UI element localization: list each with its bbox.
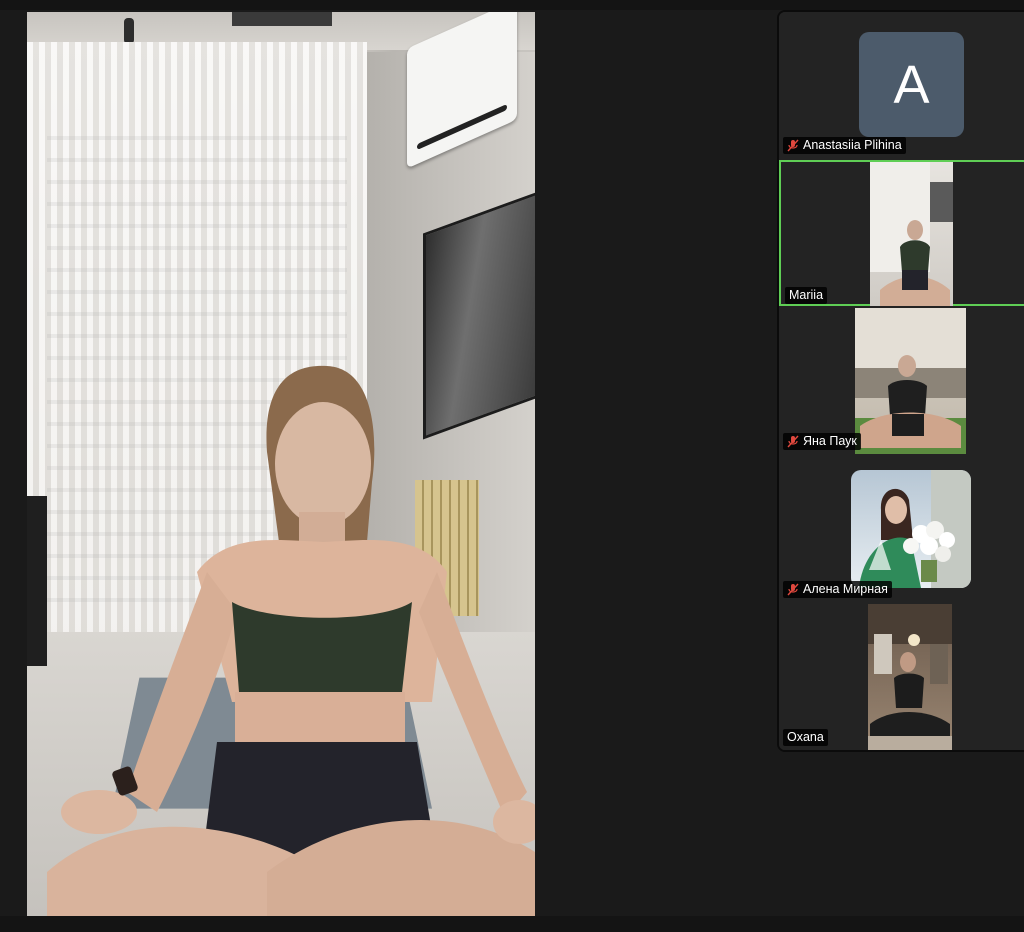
participant-name: Алена Мирная <box>803 582 888 596</box>
participant-name: Mariia <box>789 288 824 302</box>
participants-panel: A Anastasiia Plihina Mariia Яна Паук Але… <box>777 10 1024 752</box>
participant-video <box>868 604 952 750</box>
participant-tile[interactable]: Яна Паук <box>779 308 1024 454</box>
microphone-muted-icon <box>787 583 799 596</box>
participant-video <box>855 308 966 454</box>
participant-name: Яна Паук <box>803 434 857 448</box>
participant-video <box>851 470 971 588</box>
main-speaker-video[interactable] <box>27 12 535 916</box>
microphone-muted-icon <box>787 435 799 448</box>
participant-name-tag: Яна Паук <box>783 433 861 450</box>
participant-name-tag: Mariia <box>785 287 828 304</box>
participant-tile-active[interactable]: Mariia <box>779 160 1024 306</box>
microphone-muted-icon <box>787 139 799 152</box>
participant-name-tag: Oxana <box>783 729 828 746</box>
participant-name-tag: Anastasiia Plihina <box>783 137 906 154</box>
top-bar <box>0 0 1024 10</box>
participant-tile[interactable]: A Anastasiia Plihina <box>779 12 1024 158</box>
participant-name: Anastasiia Plihina <box>803 138 902 152</box>
avatar: A <box>859 32 964 137</box>
speaker-person <box>47 365 535 916</box>
bottom-bar <box>0 916 1024 932</box>
participant-tile[interactable]: Алена Мирная <box>779 456 1024 602</box>
participant-name: Oxana <box>787 730 824 744</box>
participant-name-tag: Алена Мирная <box>783 581 892 598</box>
participant-video <box>870 162 953 306</box>
participant-tile[interactable]: Oxana <box>779 604 1024 750</box>
